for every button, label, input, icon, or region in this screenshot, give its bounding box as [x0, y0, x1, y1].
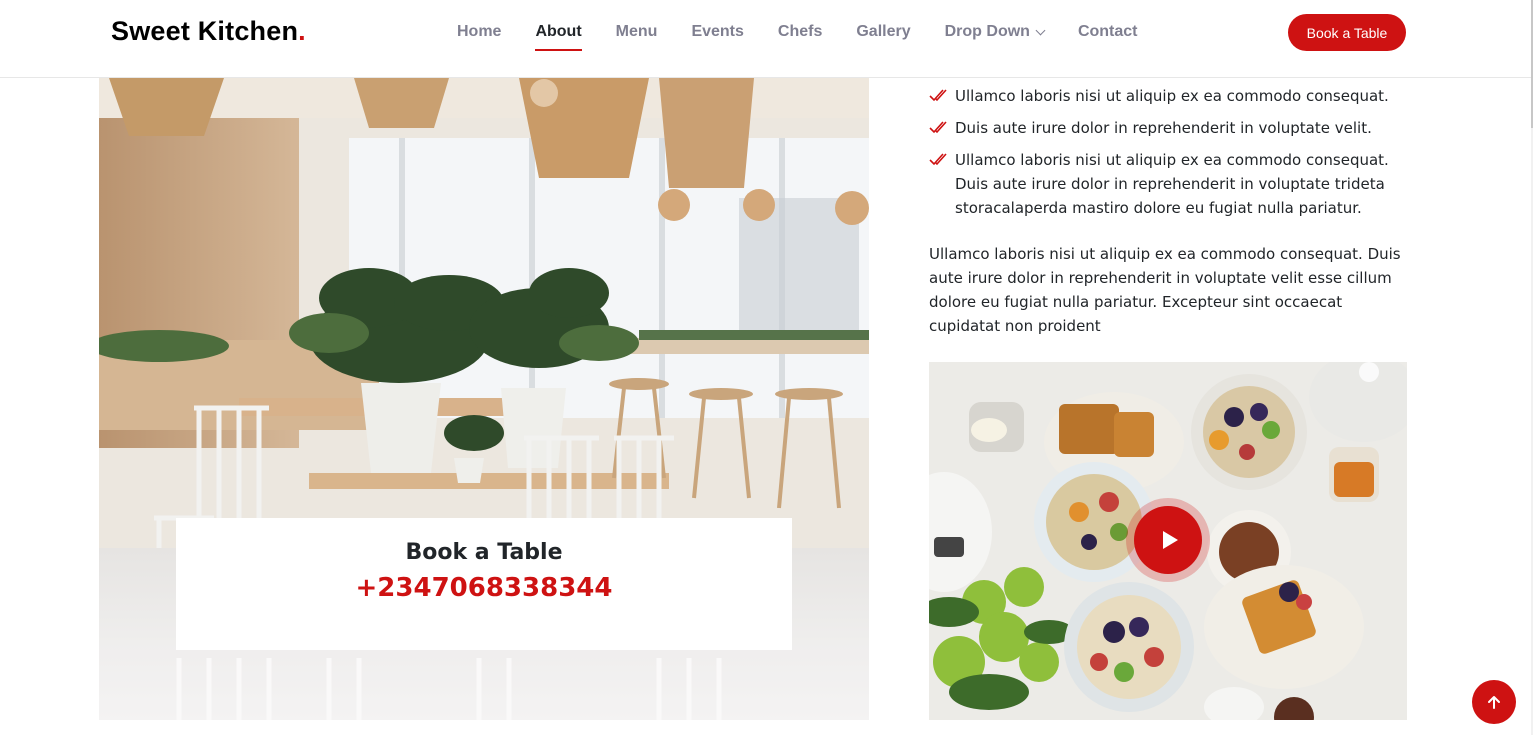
double-check-icon: [929, 89, 947, 102]
nav-gallery[interactable]: Gallery: [856, 0, 910, 64]
scroll-top-button[interactable]: [1472, 680, 1516, 724]
nav-dropdown-label: Drop Down: [944, 23, 1030, 40]
about-paragraph: Ullamco laboris nisi ut aliquip ex ea co…: [929, 245, 1401, 335]
nav-contact[interactable]: Contact: [1078, 0, 1138, 64]
logo-dot: .: [298, 16, 306, 46]
nav-home[interactable]: Home: [457, 0, 501, 64]
book-table-card: Book a Table +2347068338344: [176, 518, 792, 650]
checklist-text: Ullamco laboris nisi ut aliquip ex ea co…: [955, 151, 1389, 217]
book-table-title: Book a Table: [405, 540, 563, 565]
double-check-icon: [929, 121, 947, 134]
nav-about[interactable]: About: [535, 0, 582, 64]
list-item: Ullamco laboris nisi ut aliquip ex ea co…: [929, 84, 1409, 108]
chevron-down-icon: [1035, 25, 1046, 35]
nav-events[interactable]: Events: [691, 0, 743, 64]
list-item: Ullamco laboris nisi ut aliquip ex ea co…: [929, 148, 1409, 220]
logo-text[interactable]: Sweet Kitchen: [111, 16, 298, 46]
play-video-button[interactable]: [1134, 506, 1202, 574]
nav-chefs[interactable]: Chefs: [778, 0, 822, 64]
checklist-text: Duis aute irure dolor in reprehenderit i…: [955, 119, 1372, 137]
play-icon: [1162, 531, 1178, 549]
book-table-button[interactable]: Book a Table: [1288, 14, 1406, 51]
checklist-text: Ullamco laboris nisi ut aliquip ex ea co…: [955, 87, 1389, 105]
nav-dropdown[interactable]: Drop Down: [944, 0, 1046, 64]
list-item: Duis aute irure dolor in reprehenderit i…: [929, 116, 1409, 140]
booking-phone[interactable]: +2347068338344: [176, 573, 792, 603]
double-check-icon: [929, 153, 947, 166]
site-logo[interactable]: Sweet Kitchen.: [111, 16, 306, 47]
arrow-up-icon: [1488, 696, 1500, 709]
main-nav: Home About Menu Events Chefs Gallery Dro…: [440, 0, 1155, 64]
site-header: Sweet Kitchen. Home About Menu Events Ch…: [0, 0, 1531, 78]
nav-menu[interactable]: Menu: [616, 0, 658, 64]
about-checklist: Ullamco laboris nisi ut aliquip ex ea co…: [929, 84, 1409, 228]
